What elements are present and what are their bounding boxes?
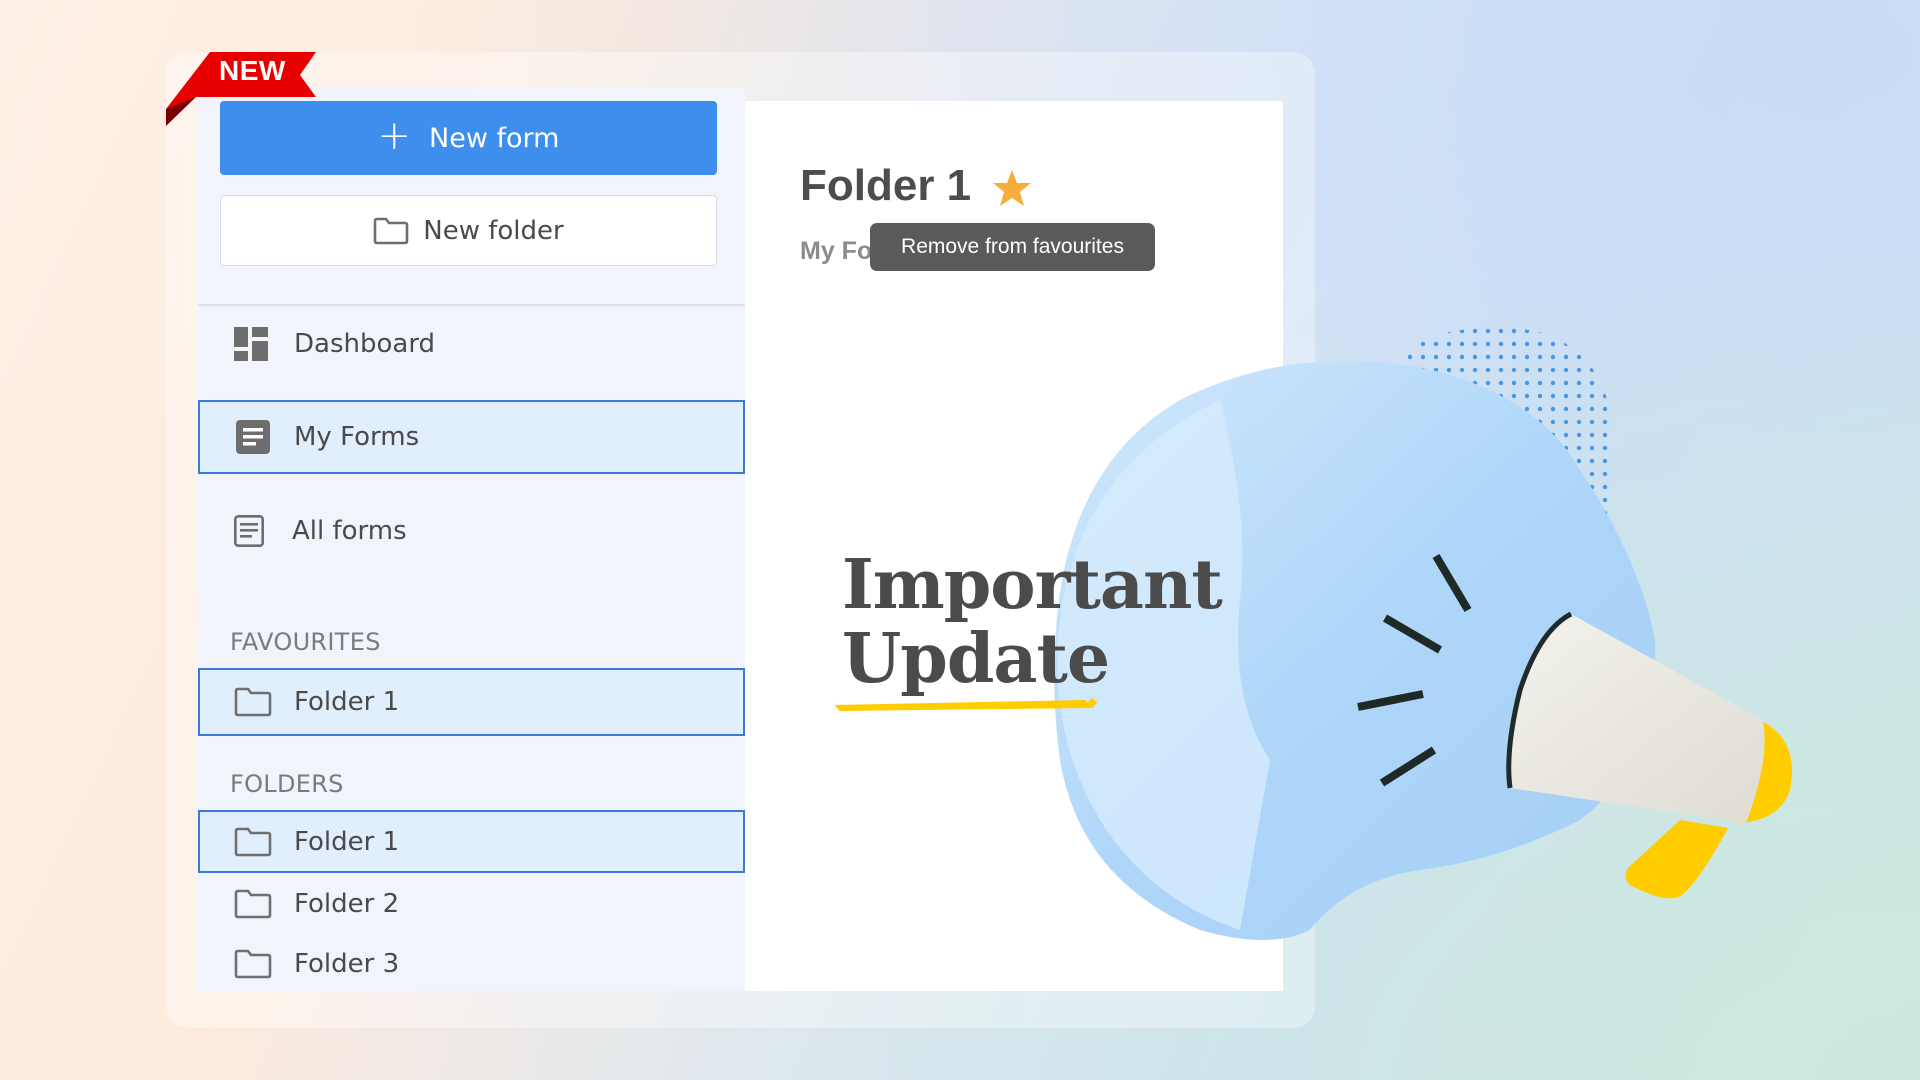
sidebar-item-dashboard[interactable]: Dashboard (198, 306, 745, 382)
sidebar-item-label: Folder 1 (294, 687, 400, 717)
new-folder-button[interactable]: New folder (220, 195, 717, 266)
page-title: Folder 1 (800, 161, 972, 210)
sidebar-item-label: Dashboard (294, 329, 436, 359)
sidebar-item-label: Folder 3 (294, 949, 400, 979)
sidebar-item-label: All forms (292, 516, 407, 546)
folder-icon (234, 827, 272, 857)
promo-headline: Important Update (842, 545, 1223, 699)
favourite-item-folder-1[interactable]: Folder 1 (198, 668, 745, 736)
folder-icon (373, 217, 409, 244)
dashboard-icon (234, 327, 268, 361)
headline-line-2: Update (842, 619, 1110, 699)
folder-item-folder-1[interactable]: Folder 1 (198, 810, 745, 873)
sidebar: + New form New folder Dashboard My Forms… (198, 88, 745, 991)
sidebar-item-label: Folder 1 (294, 826, 400, 857)
plus-icon: + (377, 113, 412, 159)
folder-icon (234, 889, 272, 919)
star-icon[interactable] (992, 169, 1032, 207)
folder-icon (234, 949, 272, 979)
new-folder-label: New folder (423, 215, 564, 246)
sidebar-item-label: Folder 2 (294, 889, 400, 919)
tooltip: Remove from favourites (870, 223, 1155, 271)
folder-item-folder-3[interactable]: Folder 3 (198, 934, 745, 994)
all-forms-icon (234, 515, 264, 547)
sidebar-item-my-forms[interactable]: My Forms (198, 400, 745, 474)
folder-icon (234, 687, 272, 717)
sidebar-item-label: My Forms (294, 422, 420, 452)
folders-heading: FOLDERS (230, 770, 344, 798)
my-forms-icon (236, 420, 270, 454)
favourites-heading: FAVOURITES (230, 628, 381, 656)
new-form-label: New form (429, 122, 560, 154)
sidebar-item-all-forms[interactable]: All forms (198, 494, 745, 568)
headline-line-1: Important (842, 545, 1223, 625)
new-badge-label: NEW (219, 55, 286, 86)
folder-item-folder-2[interactable]: Folder 2 (198, 874, 745, 934)
